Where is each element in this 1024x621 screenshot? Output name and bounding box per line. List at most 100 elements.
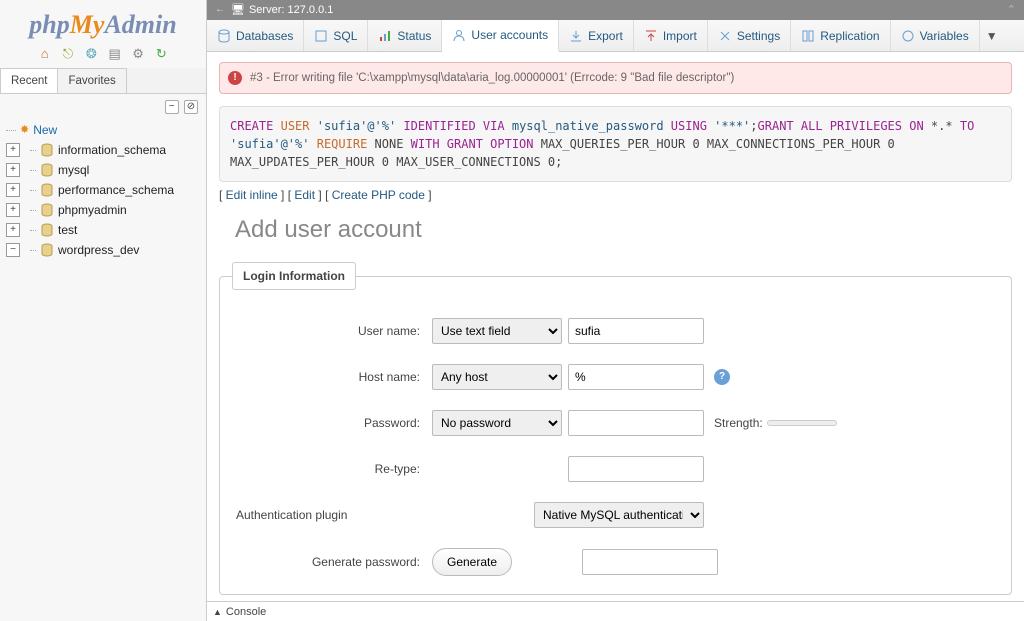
database-icon — [40, 223, 54, 237]
unlink-icon[interactable]: ⊘ — [184, 100, 198, 114]
tree-item-label[interactable]: information_schema — [58, 140, 166, 160]
navpanel-settings-icon[interactable]: ▤ — [107, 46, 123, 62]
help-icon[interactable]: ? — [714, 369, 730, 385]
expand-icon[interactable]: + — [6, 163, 20, 177]
password-row: Password: No password Strength: — [232, 410, 999, 436]
logout-icon[interactable]: ⎋ — [60, 46, 76, 62]
status-icon — [378, 29, 392, 43]
database-icon — [40, 203, 54, 217]
tree-item-label[interactable]: performance_schema — [58, 180, 174, 200]
sql-code-box: CREATE USER 'sufia'@'%' IDENTIFIED VIA m… — [219, 106, 1012, 182]
expand-icon[interactable]: + — [6, 143, 20, 157]
hostname-row: Host name: Any host ? — [232, 364, 999, 390]
logo[interactable]: phpMyAdmin — [0, 0, 206, 44]
retype-label: Re-type: — [232, 462, 432, 476]
tree-item[interactable]: + information_schema — [6, 140, 200, 160]
tab-export[interactable]: Export — [559, 20, 634, 51]
page-title: Add user account — [235, 216, 1012, 244]
reload-icon[interactable]: ↻ — [153, 46, 169, 62]
strength-label: Strength: — [714, 416, 763, 430]
authplugin-select[interactable]: Native MySQL authentication — [534, 502, 704, 528]
tab-replication[interactable]: Replication — [791, 20, 890, 51]
tree-new[interactable]: ✸ New — [6, 120, 200, 140]
main-content: ! #3 - Error writing file 'C:\xampp\mysq… — [207, 52, 1024, 621]
hostname-label: Host name: — [232, 370, 432, 384]
users-icon — [452, 28, 466, 42]
tree-item[interactable]: + performance_schema — [6, 180, 200, 200]
databases-icon — [217, 29, 231, 43]
tab-import[interactable]: Import — [634, 20, 708, 51]
home-icon[interactable]: ⌂ — [37, 46, 53, 62]
collapse-all-icon[interactable]: − — [165, 100, 179, 114]
retype-row: Re-type: — [232, 456, 999, 482]
sidebar-tabs: Recent Favorites — [0, 68, 206, 94]
tabs-more-icon[interactable]: ▼ — [980, 20, 1004, 51]
new-db-icon: ✸ — [20, 120, 29, 140]
database-icon — [40, 183, 54, 197]
tree-item[interactable]: + test — [6, 220, 200, 240]
username-label: User name: — [232, 324, 432, 338]
logo-php: php — [29, 10, 69, 39]
username-row: User name: Use text field — [232, 318, 999, 344]
tree-new-label[interactable]: New — [33, 120, 57, 140]
nav-back-icon[interactable]: ← — [215, 0, 225, 20]
tab-sql[interactable]: SQL — [304, 20, 368, 51]
generate-button[interactable]: Generate — [432, 548, 512, 576]
error-box: ! #3 - Error writing file 'C:\xampp\mysq… — [219, 62, 1012, 94]
tab-databases[interactable]: Databases — [207, 20, 304, 51]
collapse-icon[interactable]: − — [6, 243, 20, 257]
export-icon — [569, 29, 583, 43]
tree-item-label[interactable]: test — [58, 220, 77, 240]
tree-item[interactable]: + phpmyadmin — [6, 200, 200, 220]
edit-inline-link[interactable]: Edit inline — [226, 188, 278, 202]
replication-icon — [801, 29, 815, 43]
retype-input[interactable] — [568, 456, 704, 482]
server-bar: ← 🖥 Server: 127.0.0.1 ⌃ — [207, 0, 1024, 20]
docs-icon[interactable]: ❂ — [83, 46, 99, 62]
generated-password-input[interactable] — [582, 549, 718, 575]
tab-status[interactable]: Status — [368, 20, 442, 51]
strength-meter — [767, 420, 837, 426]
database-icon — [40, 143, 54, 157]
server-icon: 🖥 — [231, 0, 245, 20]
sql-icon — [314, 29, 328, 43]
quick-icons-row: ⌂ ⎋ ❂ ▤ ⚙ ↻ — [0, 44, 206, 68]
tree-item-label[interactable]: wordpress_dev — [58, 240, 139, 260]
tree-item-label[interactable]: phpmyadmin — [58, 200, 127, 220]
authplugin-row: Authentication plugin Native MySQL authe… — [232, 502, 999, 528]
create-php-link[interactable]: Create PHP code — [332, 188, 425, 202]
console-bar[interactable]: ▲ Console — [207, 601, 1024, 621]
username-input[interactable] — [568, 318, 704, 344]
password-type-select[interactable]: No password — [432, 410, 562, 436]
console-label: Console — [226, 606, 266, 618]
edit-link[interactable]: Edit — [294, 188, 315, 202]
gear-icon[interactable]: ⚙ — [130, 46, 146, 62]
expand-icon[interactable]: + — [6, 183, 20, 197]
tab-settings[interactable]: Settings — [708, 20, 791, 51]
top-tabs: Databases SQL Status User accounts Expor… — [207, 20, 1024, 52]
generate-row: Generate password: Generate — [232, 548, 999, 576]
tree-controls: − ⊘ — [0, 94, 206, 118]
login-information-fieldset: Login Information User name: Use text fi… — [219, 262, 1012, 595]
error-icon: ! — [228, 71, 242, 85]
expand-icon[interactable]: + — [6, 223, 20, 237]
username-type-select[interactable]: Use text field — [432, 318, 562, 344]
tree-item-label[interactable]: mysql — [58, 160, 89, 180]
import-icon — [644, 29, 658, 43]
expand-icon[interactable]: + — [6, 203, 20, 217]
server-label[interactable]: Server: 127.0.0.1 — [249, 0, 333, 20]
panel-toggle-icon[interactable]: ⌃ — [1007, 0, 1016, 20]
error-text: #3 - Error writing file 'C:\xampp\mysql\… — [250, 72, 734, 84]
tab-user-accounts[interactable]: User accounts — [442, 20, 559, 52]
tab-recent[interactable]: Recent — [0, 68, 58, 93]
hostname-input[interactable] — [568, 364, 704, 390]
password-input[interactable] — [568, 410, 704, 436]
authplugin-label: Authentication plugin — [232, 508, 476, 522]
logo-my: My — [70, 10, 105, 39]
tab-variables[interactable]: Variables — [891, 20, 980, 51]
hostname-type-select[interactable]: Any host — [432, 364, 562, 390]
variables-icon — [901, 29, 915, 43]
tree-item[interactable]: + mysql — [6, 160, 200, 180]
tab-favorites[interactable]: Favorites — [57, 68, 126, 93]
tree-item[interactable]: − wordpress_dev — [6, 240, 200, 260]
